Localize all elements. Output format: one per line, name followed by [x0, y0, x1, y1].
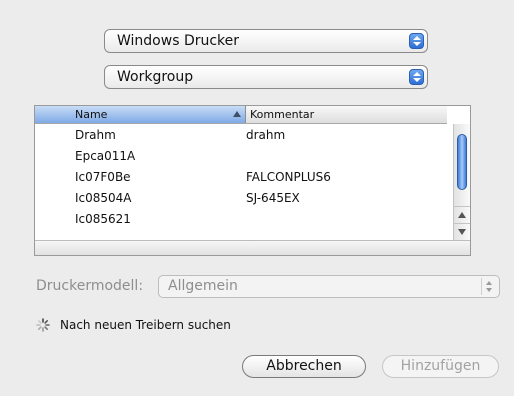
row-name: Epca011A	[75, 149, 136, 163]
workgroup-value: Workgroup	[117, 69, 194, 85]
model-value: Allgemein	[168, 278, 238, 294]
list-row[interactable]: Ic085621	[35, 210, 447, 229]
popup-arrows-icon	[409, 33, 424, 49]
list-header: Name Kommentar	[35, 106, 447, 124]
scroll-up-button[interactable]	[454, 206, 470, 223]
column-header-name[interactable]: Name	[35, 106, 246, 123]
printer-type-value: Windows Drucker	[117, 33, 240, 49]
popup-arrows-icon	[409, 69, 424, 85]
row-comment: FALCONPLUS6	[246, 170, 331, 184]
cancel-button[interactable]: Abbrechen	[242, 355, 366, 378]
horizontal-scrollbar[interactable]	[35, 240, 470, 255]
row-name: Drahm	[75, 128, 116, 142]
scroll-down-button[interactable]	[454, 223, 470, 240]
status-text: Nach neuen Treibern suchen	[60, 318, 231, 332]
row-comment: drahm	[246, 128, 286, 142]
list-row[interactable]: Epca011A	[35, 147, 447, 166]
list-row[interactable]: Drahm drahm	[35, 126, 447, 145]
column-header-name-label: Name	[75, 108, 108, 121]
printer-list[interactable]: Name Kommentar Drahm drahm Epca011A Ic07…	[34, 105, 471, 256]
column-header-comment[interactable]: Kommentar	[250, 108, 314, 121]
sort-ascending-icon	[233, 111, 241, 117]
printer-type-popup[interactable]: Windows Drucker	[104, 29, 428, 53]
row-name: Ic07F0Be	[75, 170, 131, 184]
row-comment: SJ-645EX	[246, 191, 300, 205]
arrow-up-icon	[458, 212, 466, 218]
model-popup: Allgemein	[158, 275, 500, 298]
workgroup-popup[interactable]: Workgroup	[104, 65, 428, 89]
row-name: Ic085621	[75, 212, 131, 226]
scroll-thumb[interactable]	[457, 134, 467, 190]
progress-spinner-icon	[36, 318, 50, 332]
row-name: Ic08504A	[75, 191, 132, 205]
add-button[interactable]: Hinzufügen	[382, 355, 499, 378]
arrow-down-icon	[458, 229, 466, 235]
vertical-scrollbar[interactable]	[453, 124, 470, 241]
model-label: Druckermodell:	[36, 278, 144, 294]
list-row[interactable]: Ic07F0Be FALCONPLUS6	[35, 168, 447, 187]
popup-arrows-icon	[481, 278, 497, 295]
list-row[interactable]: Ic08504A SJ-645EX	[35, 189, 447, 208]
